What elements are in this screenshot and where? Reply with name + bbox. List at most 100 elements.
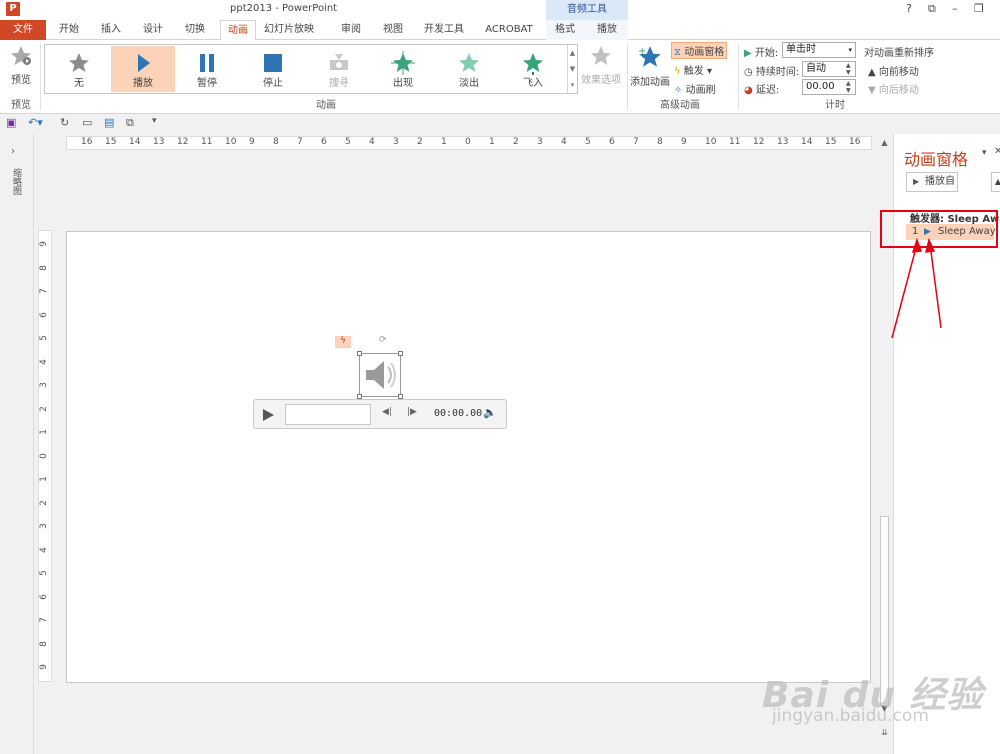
- scroll-up-icon[interactable]: ▲: [878, 138, 891, 147]
- play-from-button[interactable]: ▶ 播放自: [906, 172, 958, 192]
- animation-appear[interactable]: 出现: [371, 46, 435, 92]
- media-back-icon[interactable]: ◀|: [382, 407, 392, 417]
- ruler-tick-label: 10: [705, 137, 717, 147]
- delay-label: ◕ 延迟:: [744, 85, 780, 96]
- star-gray-icon: [69, 53, 89, 72]
- animation-fly-in[interactable]: 飞入: [501, 46, 565, 92]
- tab-design[interactable]: 设计: [136, 20, 170, 40]
- tab-insert[interactable]: 插入: [94, 20, 128, 40]
- ruler-tick-label: 2: [417, 137, 423, 147]
- audio-object[interactable]: [357, 351, 403, 399]
- gallery-scroll-up-icon[interactable]: ▲: [568, 45, 577, 61]
- tab-home[interactable]: 开始: [52, 20, 86, 40]
- save-as-icon[interactable]: ▤: [104, 116, 114, 129]
- start-select[interactable]: 单击时 ▾: [782, 42, 856, 58]
- tab-transitions[interactable]: 切换: [178, 20, 212, 40]
- tab-view[interactable]: 视图: [376, 20, 410, 40]
- ruler-tick-label: 4: [38, 358, 49, 365]
- start-slideshow-icon[interactable]: ▭: [82, 116, 92, 129]
- minimize-button[interactable]: –: [952, 2, 958, 15]
- group-label-animation: 动画: [316, 100, 336, 111]
- triangle-up-icon: ▲: [868, 67, 876, 78]
- tab-review[interactable]: 审阅: [334, 20, 368, 40]
- animation-painter-button[interactable]: ✧ 动画刷: [674, 81, 716, 96]
- gallery-more-icon[interactable]: ▾: [568, 77, 577, 93]
- animation-play[interactable]: 播放: [111, 46, 175, 92]
- effect-options-star-icon: [591, 46, 611, 65]
- animation-tag-lightning-icon[interactable]: ϟ: [335, 336, 351, 348]
- start-label: ▶ 开始:: [744, 48, 779, 59]
- customize-toolbar-icon[interactable]: ▾: [152, 116, 157, 126]
- slide-canvas[interactable]: ϟ ⟳ ◀| |▶ 00:00.00 🔈: [66, 231, 871, 683]
- preview-button[interactable]: 预览: [6, 44, 36, 86]
- ruler-tick-label: 1: [38, 476, 49, 482]
- media-forward-icon[interactable]: |▶: [407, 407, 417, 417]
- reorder-up-icon[interactable]: ▲: [991, 172, 1000, 192]
- effect-options-button[interactable]: 效果选项: [580, 44, 622, 86]
- ruler-tick-label: 9: [249, 137, 255, 147]
- delay-input[interactable]: 00.00 ▲ ▼: [802, 79, 856, 95]
- animation-pane-button[interactable]: ⧖ 动画窗格: [671, 42, 728, 59]
- ruler-tick-label: 1: [38, 429, 49, 435]
- media-volume-icon[interactable]: 🔈: [483, 406, 497, 419]
- thumbnail-pane-collapsed[interactable]: › 缩略图: [0, 134, 34, 754]
- animation-fade[interactable]: 淡出: [437, 46, 501, 92]
- media-play-icon[interactable]: [262, 409, 274, 421]
- animation-seek[interactable]: 搜寻: [307, 46, 371, 92]
- tab-acrobat[interactable]: ACROBAT: [480, 20, 538, 40]
- redo-icon[interactable]: ↻: [60, 116, 69, 129]
- add-animation-button[interactable]: + 添加动画: [630, 44, 670, 88]
- expand-chevron-icon[interactable]: ›: [11, 146, 15, 157]
- ruler-tick-label: 5: [38, 570, 49, 576]
- fly-in-star-icon: [523, 53, 543, 75]
- ruler-tick-label: 7: [38, 617, 49, 623]
- ruler-tick-label: 3: [38, 523, 49, 529]
- rotate-handle-icon[interactable]: ⟳: [379, 335, 387, 345]
- gallery-scroll[interactable]: ▲ ▼ ▾: [567, 45, 577, 93]
- media-player-bar: ◀| |▶ 00:00.00 🔈: [253, 399, 507, 429]
- ruler-tick-label: 10: [225, 137, 237, 147]
- pane-close-icon[interactable]: ✕: [994, 146, 1000, 157]
- next-slide-icon[interactable]: ⇊: [878, 728, 891, 737]
- tab-format[interactable]: 格式: [550, 20, 580, 40]
- tab-animations[interactable]: 动画: [220, 20, 256, 41]
- tab-developer[interactable]: 开发工具: [420, 20, 468, 40]
- duration-input[interactable]: 自动 ▲ ▼: [802, 61, 856, 77]
- duration-spinner-icon[interactable]: ▲ ▼: [846, 62, 854, 76]
- add-animation-label: 添加动画: [630, 77, 670, 88]
- animation-pause[interactable]: 暂停: [175, 46, 239, 92]
- ruler-tick-label: 3: [38, 382, 49, 388]
- move-later-button[interactable]: ▼ 向后移动: [868, 81, 919, 96]
- help-button[interactable]: ?: [906, 2, 912, 15]
- reorder-label: 对动画重新排序: [864, 48, 934, 59]
- ruler-tick-label: 12: [753, 137, 765, 147]
- context-group-audio-tools: 音频工具: [546, 0, 628, 20]
- trigger-button[interactable]: ϟ 触发 ▾: [674, 62, 712, 77]
- move-earlier-button[interactable]: ▲ 向前移动: [868, 63, 919, 78]
- tab-playback[interactable]: 播放: [590, 20, 624, 40]
- maximize-button[interactable]: ❐: [974, 2, 984, 15]
- tab-slideshow[interactable]: 幻灯片放映: [258, 20, 320, 40]
- quick-access-toolbar: ▣ ↶▾ ↻ ▭ ▤ ⧉ ▾: [0, 115, 1000, 133]
- group-label-advanced: 高级动画: [660, 100, 700, 111]
- ruler-tick-label: 15: [825, 137, 837, 147]
- speaker-icon: [366, 361, 396, 389]
- animation-pane-title: 动画窗格: [904, 150, 969, 169]
- pane-options-icon[interactable]: ▾: [982, 148, 987, 158]
- delay-spinner-icon[interactable]: ▲ ▼: [846, 80, 854, 94]
- gallery-scroll-down-icon[interactable]: ▼: [568, 61, 577, 77]
- tab-file[interactable]: 文件: [0, 20, 46, 40]
- ruler-tick-label: 1: [489, 137, 495, 147]
- animation-stop[interactable]: 停止: [241, 46, 305, 92]
- vertical-ruler[interactable]: 9 8 7 6 5 4 3 2 1 0 1 2 3 4 5 6 7 8 9: [38, 230, 52, 682]
- save-icon[interactable]: ▣: [6, 116, 16, 129]
- copy-icon[interactable]: ⧉: [126, 116, 134, 130]
- undo-icon[interactable]: ↶▾: [28, 116, 43, 129]
- ribbon-tab-bar: 文件 开始 插入 设计 切换 动画 幻灯片放映 审阅 视图 开发工具 ACROB…: [0, 20, 1000, 41]
- horizontal-ruler[interactable]: 16 15 14 13 12 11 10 9 8 7 6 5 4 3 2 1 0 1 2 3 4 5 6 7 8 9 10 11 12 1…: [66, 136, 872, 150]
- animation-none[interactable]: 无: [47, 46, 111, 92]
- media-progress-track[interactable]: [285, 404, 371, 425]
- ribbon-display-options-button[interactable]: ⧉: [928, 2, 936, 16]
- ruler-tick-label: 2: [38, 405, 49, 412]
- preview-label: 预览: [11, 75, 31, 86]
